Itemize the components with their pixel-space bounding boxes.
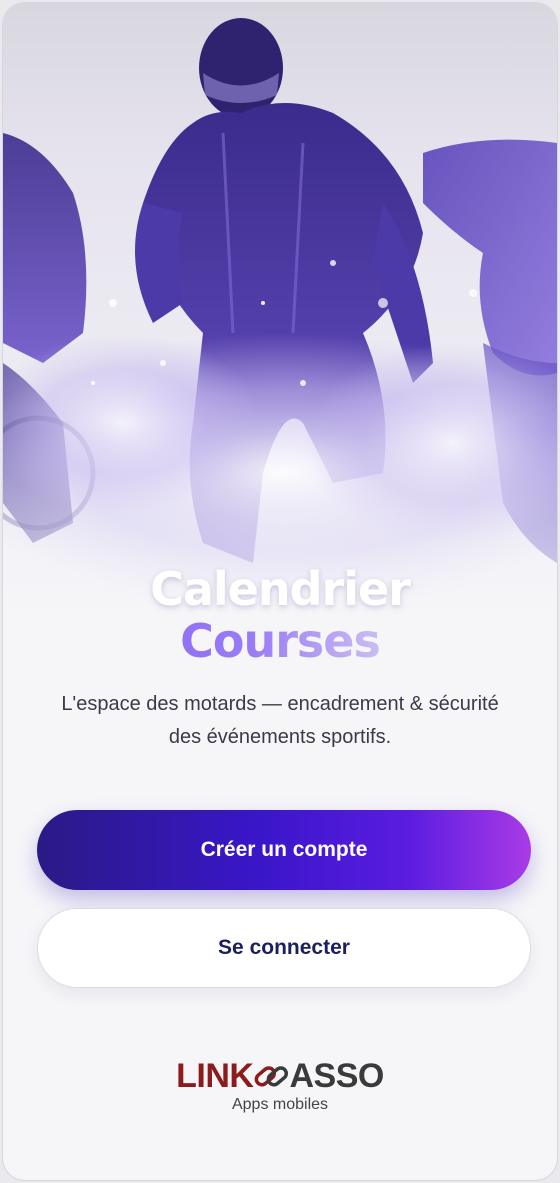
logo-text-left: LINK xyxy=(176,1057,254,1095)
logo-wordmark: LINK ASSO xyxy=(176,1057,384,1096)
app-title-line2: Courses xyxy=(3,615,557,667)
create-account-button[interactable]: Créer un compte xyxy=(37,810,531,890)
linkasso-logo: LINK ASSO Apps mobiles xyxy=(3,1057,557,1114)
login-button[interactable]: Se connecter xyxy=(37,908,531,988)
app-title-line1: Calendrier xyxy=(150,562,411,616)
chain-link-icon xyxy=(255,1065,289,1087)
app-screen: Calendrier Courses L'espace des motards … xyxy=(3,3,557,1180)
app-tagline: L'espace des motards — encadrement & séc… xyxy=(61,693,499,748)
logo-text-right: ASSO xyxy=(289,1057,384,1095)
logo-tagline: Apps mobiles xyxy=(231,1096,329,1113)
